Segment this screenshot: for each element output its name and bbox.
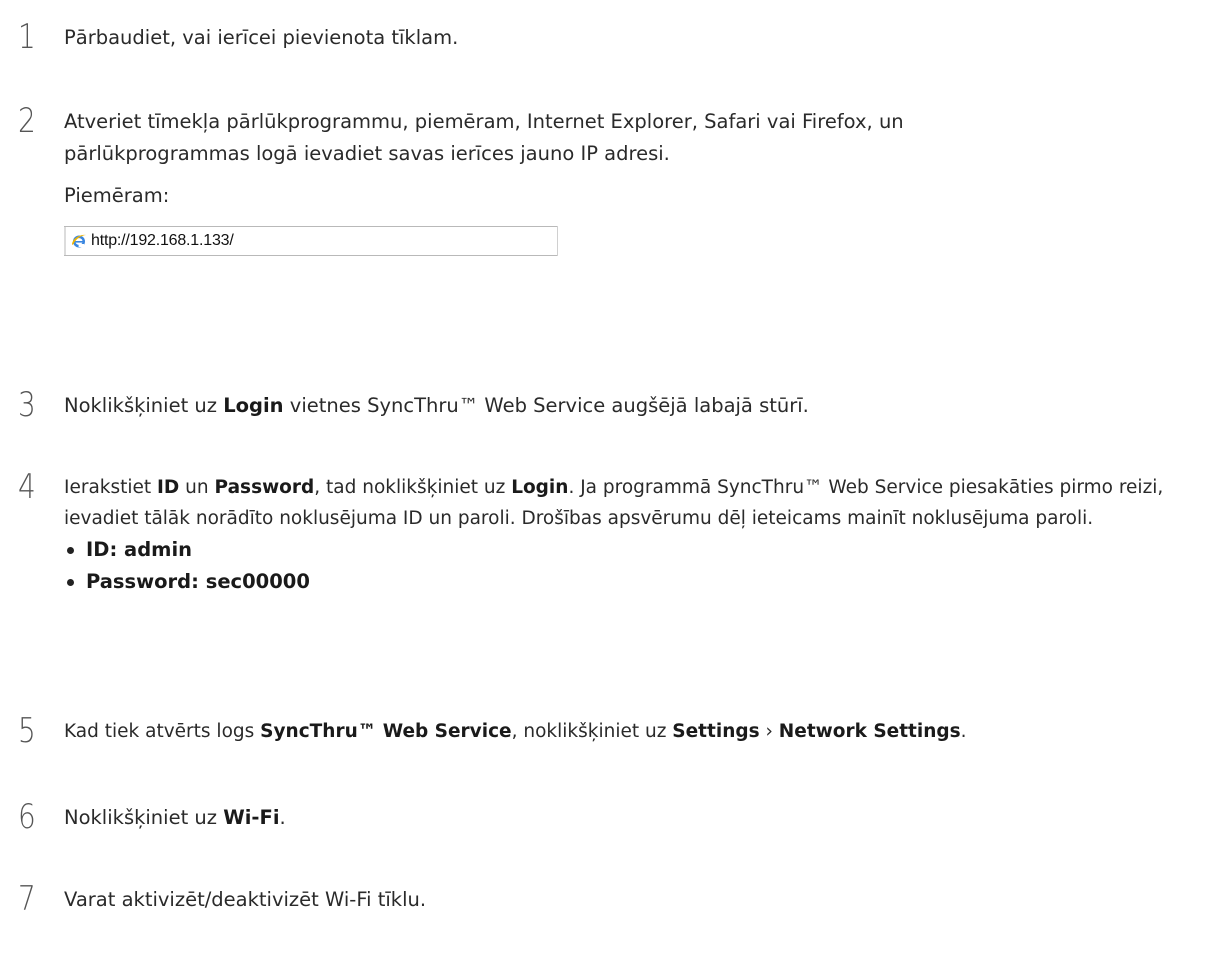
step-number: 2 xyxy=(18,101,36,141)
step-body: Noklikšķiniet uz Wi-Fi. xyxy=(64,802,1208,834)
text-run: , noklikšķiniet uz xyxy=(511,721,673,742)
settings-label: Settings xyxy=(672,721,760,742)
network-settings-label: Network Settings xyxy=(778,721,961,742)
step-body: Noklikšķiniet uz Login vietnes SyncThru™… xyxy=(64,390,1208,422)
internet-explorer-icon xyxy=(71,233,87,249)
step-text: Ierakstiet ID un Password, tad noklikšķi… xyxy=(64,472,1208,534)
text-run: un xyxy=(179,477,215,498)
step-number: 6 xyxy=(18,797,36,837)
text-run: , tad noklikšķiniet uz xyxy=(314,477,512,498)
wifi-label: Wi-Fi xyxy=(223,806,280,829)
step-text-line: Atveriet tīmekļa pārlūkprogrammu, piemēr… xyxy=(64,110,904,133)
text-run: Noklikšķiniet uz xyxy=(64,806,224,829)
bullet-id: ID: admin xyxy=(64,534,1208,566)
text-run: Ierakstiet xyxy=(64,477,158,498)
step-body: Atveriet tīmekļa pārlūkprogrammu, piemēr… xyxy=(64,106,1208,256)
text-run: . xyxy=(279,806,286,829)
id-label: ID xyxy=(157,477,180,498)
step-number: 7 xyxy=(18,879,36,919)
syncthru-label: SyncThru™ Web Service xyxy=(260,721,512,742)
bullet-password: Password: sec00000 xyxy=(64,566,1208,598)
login-label: Login xyxy=(511,477,569,498)
step-number: 1 xyxy=(18,17,36,57)
address-bar-image: http://192.168.1.133/ xyxy=(64,226,558,256)
login-label: Login xyxy=(223,394,284,417)
step-body: Pārbaudiet, vai ierīcei pievienota tīkla… xyxy=(64,22,1208,54)
example-label: Piemēram: xyxy=(64,184,170,207)
password-label: Password xyxy=(214,477,315,498)
step-body: Ierakstiet ID un Password, tad noklikšķi… xyxy=(64,472,1208,598)
text-run: . xyxy=(960,721,967,742)
step-body: Varat aktivizēt/deaktivizēt Wi-Fi tīklu. xyxy=(64,884,1208,916)
text-run: Kad tiek atvērts logs xyxy=(64,721,261,742)
text-run: vietnes SyncThru™ Web Service augšējā la… xyxy=(283,394,809,417)
step-text: Noklikšķiniet uz Login vietnes SyncThru™… xyxy=(64,390,1208,422)
step-number: 3 xyxy=(18,385,36,425)
step-number: 4 xyxy=(18,467,36,507)
step-text: Varat aktivizēt/deaktivizēt Wi-Fi tīklu. xyxy=(64,888,427,911)
step-text: Pārbaudiet, vai ierīcei pievienota tīkla… xyxy=(64,26,459,49)
credentials-list: ID: admin Password: sec00000 xyxy=(64,534,1208,598)
step-text: Noklikšķiniet uz Wi-Fi. xyxy=(64,802,1208,834)
step-number: 5 xyxy=(18,711,36,751)
step-text: Kad tiek atvērts logs SyncThru™ Web Serv… xyxy=(64,716,1208,747)
step-body: Kad tiek atvērts logs SyncThru™ Web Serv… xyxy=(64,716,1208,747)
breadcrumb-separator: › xyxy=(759,721,779,742)
url-text: http://192.168.1.133/ xyxy=(91,232,234,249)
text-run: Noklikšķiniet uz xyxy=(64,394,224,417)
step-text-line: pārlūkprogrammas logā ievadiet savas ier… xyxy=(64,142,670,165)
